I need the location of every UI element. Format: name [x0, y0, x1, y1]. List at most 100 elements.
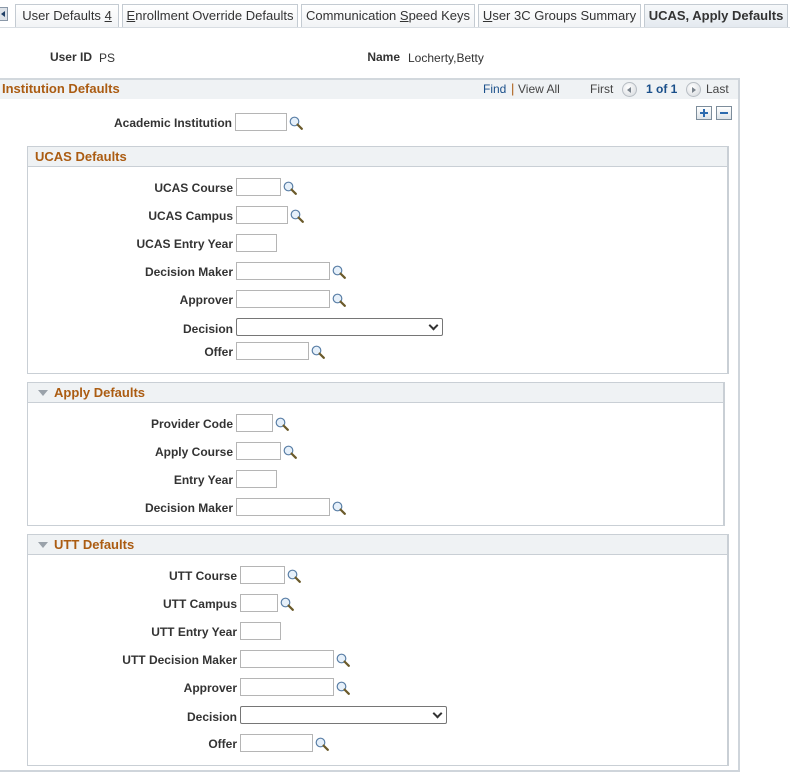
academic-institution-lookup-icon[interactable]	[289, 116, 303, 130]
tab-scroll-left-icon[interactable]	[0, 7, 8, 21]
utt-course-input[interactable]	[240, 566, 285, 584]
utt-campus-lookup-icon[interactable]	[280, 597, 294, 611]
collapse-triangle-icon[interactable]	[38, 542, 48, 548]
nav-separator: |	[511, 81, 515, 96]
tab-ucas-apply-defaults[interactable]: UCAS, Apply Defaults	[644, 4, 788, 28]
utt-approver-lookup-icon[interactable]	[336, 681, 350, 695]
delete-row-button[interactable]	[716, 106, 732, 120]
utt-approver-label: Approver	[183, 681, 237, 695]
tab-label: ser 3C Groups Summary	[492, 8, 637, 23]
utt-entry-year-input[interactable]	[240, 622, 281, 640]
tab-accesskey: 4	[104, 8, 112, 23]
ucas-decision-maker-lookup-icon[interactable]	[332, 265, 346, 279]
apply-course-lookup-icon[interactable]	[283, 445, 297, 459]
ucas-defaults-header: UCAS Defaults	[28, 147, 727, 167]
apply-decision-maker-input[interactable]	[236, 498, 330, 516]
utt-offer-label: Offer	[208, 737, 237, 751]
ucas-entry-year-label: UCAS Entry Year	[136, 237, 234, 251]
apply-defaults-group: Apply Defaults	[27, 382, 725, 526]
ucas-course-input[interactable]	[236, 178, 281, 196]
ucas-defaults-title: UCAS Defaults	[35, 149, 127, 164]
next-row-icon[interactable]	[686, 82, 701, 97]
apply-course-label: Apply Course	[154, 445, 233, 459]
apply-course-input[interactable]	[236, 442, 281, 460]
ucas-offer-lookup-icon[interactable]	[311, 345, 325, 359]
utt-campus-input[interactable]	[240, 594, 278, 612]
user-id-label: User ID	[49, 50, 92, 64]
apply-defaults-header[interactable]: Apply Defaults	[28, 383, 723, 403]
tab-label: Communication	[305, 8, 400, 23]
tab-accesskey: E	[126, 8, 136, 23]
tab-user-defaults-4[interactable]: User Defaults 4	[15, 4, 119, 28]
institution-defaults-title: Institution Defaults	[2, 81, 120, 96]
name-label: Name	[367, 50, 400, 64]
ucas-decision-maker-input[interactable]	[236, 262, 330, 280]
tab-label: nrollment Override Defaults	[135, 8, 294, 23]
minus-icon	[720, 112, 728, 114]
ucas-entry-year-input[interactable]	[236, 234, 277, 252]
apply-decision-maker-lookup-icon[interactable]	[332, 501, 346, 515]
find-link[interactable]: Find	[483, 82, 506, 96]
first-label: First	[590, 82, 614, 96]
ucas-course-lookup-icon[interactable]	[283, 181, 297, 195]
tab-communication-speed-keys[interactable]: Communication Speed Keys	[301, 4, 475, 28]
ucas-defaults-group: UCAS Defaults	[27, 146, 729, 374]
ucas-course-label: UCAS Course	[154, 181, 233, 195]
ucas-campus-input[interactable]	[236, 206, 288, 224]
collapse-triangle-icon[interactable]	[38, 390, 48, 396]
ucas-decision-label: Decision	[182, 322, 233, 336]
provider-code-label: Provider Code	[150, 417, 233, 431]
tab-label: User Defaults	[22, 8, 105, 23]
utt-course-label: UTT Course	[168, 569, 237, 583]
chevron-down-icon	[428, 320, 439, 331]
tab-accesskey: U	[482, 8, 493, 23]
academic-institution-label: Academic Institution	[113, 116, 232, 130]
utt-defaults-group: UTT Defaults	[27, 534, 729, 766]
tab-label: UCAS, Apply Defaults	[648, 8, 784, 23]
ucas-approver-label: Approver	[179, 293, 233, 307]
ucas-campus-lookup-icon[interactable]	[290, 209, 304, 223]
apply-entry-year-input[interactable]	[236, 470, 277, 488]
utt-defaults-title[interactable]: UTT Defaults	[54, 537, 134, 552]
utt-defaults-header[interactable]: UTT Defaults	[28, 535, 727, 555]
apply-entry-year-label: Entry Year	[173, 473, 233, 487]
page-status: 1 of 1	[646, 82, 678, 96]
ucas-offer-input[interactable]	[236, 342, 309, 360]
provider-code-lookup-icon[interactable]	[275, 417, 289, 431]
utt-decision-label: Decision	[186, 710, 237, 724]
apply-decision-maker-label: Decision Maker	[144, 501, 233, 515]
view-all-link[interactable]: View All	[518, 82, 560, 96]
ucas-campus-label: UCAS Campus	[148, 209, 233, 223]
utt-decision-maker-label: UTT Decision Maker	[122, 653, 237, 667]
ucas-decision-maker-label: Decision Maker	[144, 265, 233, 279]
tab-label-rest: peed Keys	[408, 8, 471, 23]
add-row-button[interactable]	[696, 106, 712, 120]
apply-defaults-title[interactable]: Apply Defaults	[54, 385, 145, 400]
utt-course-lookup-icon[interactable]	[287, 569, 301, 583]
chevron-down-icon	[432, 708, 443, 719]
tab-user-3c-groups-summary[interactable]: User 3C Groups Summary	[478, 4, 641, 28]
tab-accesskey: S	[399, 8, 409, 23]
institution-defaults-header: Institution Defaults Find | View All Fir…	[0, 78, 738, 99]
tab-bar-divider	[0, 27, 790, 28]
ucas-approver-lookup-icon[interactable]	[332, 293, 346, 307]
utt-offer-lookup-icon[interactable]	[315, 737, 329, 751]
utt-decision-maker-input[interactable]	[240, 650, 334, 668]
ucas-decision-select[interactable]	[236, 318, 443, 336]
user-id-value: PS	[99, 51, 116, 65]
ucas-offer-label: Offer	[204, 345, 233, 359]
academic-institution-input[interactable]	[235, 113, 287, 131]
utt-entry-year-label: UTT Entry Year	[151, 625, 237, 639]
name-value: Locherty,Betty	[408, 51, 484, 65]
plus-icon-vertical	[703, 109, 705, 117]
utt-offer-input[interactable]	[240, 734, 313, 752]
tab-enrollment-override-defaults[interactable]: Enrollment Override Defaults	[122, 4, 298, 28]
utt-approver-input[interactable]	[240, 678, 334, 696]
utt-decision-select[interactable]	[240, 706, 447, 724]
utt-decision-maker-lookup-icon[interactable]	[336, 653, 350, 667]
ucas-approver-input[interactable]	[236, 290, 330, 308]
last-label: Last	[706, 82, 729, 96]
provider-code-input[interactable]	[236, 414, 273, 432]
utt-campus-label: UTT Campus	[162, 597, 237, 611]
previous-row-icon[interactable]	[622, 82, 637, 97]
